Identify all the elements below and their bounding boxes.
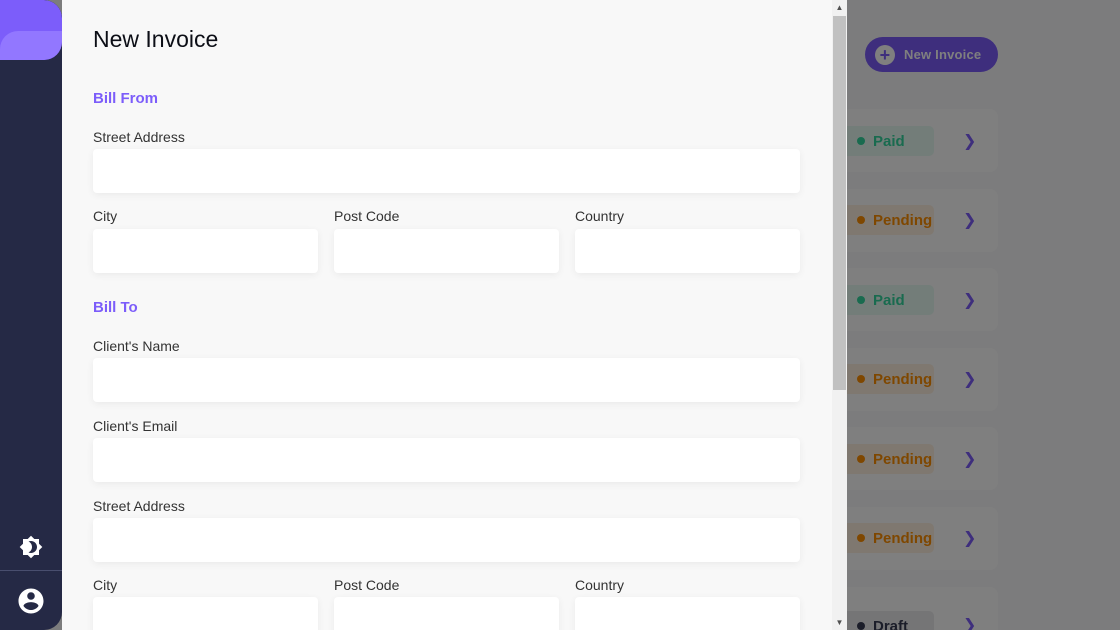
bill-from-country-label: Country — [575, 208, 625, 224]
client-email-input[interactable] — [93, 438, 800, 482]
bill-from-heading: Bill From — [93, 90, 159, 107]
bill-to-street-label: Street Address — [93, 498, 185, 514]
bill-from-post-code-label: Post Code — [334, 208, 400, 224]
bill-to-city-label: City — [93, 577, 118, 593]
sidebar — [0, 0, 62, 630]
bill-to-post-code-label: Post Code — [334, 577, 400, 593]
bill-to-city-input[interactable] — [93, 597, 318, 630]
sidebar-divider — [0, 570, 62, 571]
bill-to-heading: Bill To — [93, 299, 138, 316]
bill-from-city-input[interactable] — [93, 229, 318, 273]
bill-to-country-input[interactable] — [575, 597, 800, 630]
scroll-up-arrow-icon[interactable]: ▲ — [832, 0, 847, 15]
bill-from-city-label: City — [93, 208, 118, 224]
client-name-label: Client's Name — [93, 338, 180, 354]
bill-to-country-label: Country — [575, 577, 625, 593]
bill-from-street-label: Street Address — [93, 129, 185, 145]
logo-icon[interactable] — [0, 0, 62, 60]
bill-to-post-code-input[interactable] — [334, 597, 559, 630]
client-email-label: Client's Email — [93, 418, 178, 434]
bill-to-street-input[interactable] — [93, 518, 800, 562]
scroll-down-arrow-icon[interactable]: ▼ — [832, 615, 847, 630]
bill-from-street-input[interactable] — [93, 149, 800, 193]
new-invoice-drawer: New Invoice Bill From Street Address Cit… — [62, 0, 847, 630]
bill-from-country-input[interactable] — [575, 229, 800, 273]
drawer-title: New Invoice — [93, 26, 219, 52]
theme-toggle-icon[interactable] — [19, 535, 43, 559]
bill-from-post-code-input[interactable] — [334, 229, 559, 273]
client-name-input[interactable] — [93, 358, 800, 402]
account-circle-icon[interactable] — [16, 586, 46, 616]
scrollbar-thumb[interactable] — [833, 16, 846, 390]
logo-lower-shape — [0, 31, 62, 60]
